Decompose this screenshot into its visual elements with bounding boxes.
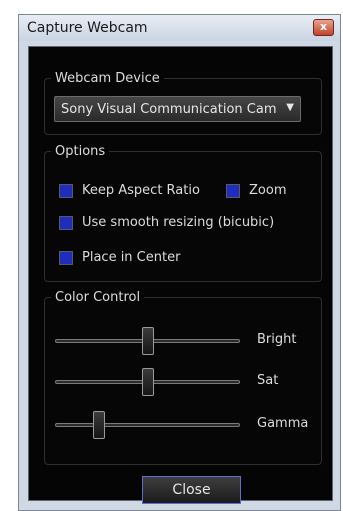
close-icon: x bbox=[319, 20, 328, 33]
keep-aspect-ratio-label: Keep Aspect Ratio bbox=[82, 183, 200, 198]
gamma-slider-row: Gamma bbox=[55, 410, 309, 440]
gamma-label: Gamma bbox=[257, 416, 309, 431]
gamma-slider-thumb[interactable] bbox=[93, 411, 105, 439]
smooth-resizing-label: Use smooth resizing (bicubic) bbox=[82, 215, 275, 230]
window-title: Capture Webcam bbox=[27, 20, 148, 36]
bright-slider-row: Bright bbox=[55, 326, 305, 356]
gamma-slider-track[interactable] bbox=[55, 423, 240, 427]
options-legend: Options bbox=[55, 144, 106, 159]
smooth-resizing-checkbox[interactable]: Use smooth resizing (bicubic) bbox=[59, 215, 299, 233]
keep-aspect-ratio-checkbox[interactable]: Keep Aspect Ratio bbox=[59, 183, 219, 201]
zoom-checkbox[interactable]: Zoom bbox=[226, 183, 306, 201]
bright-label: Bright bbox=[257, 332, 297, 347]
smooth-resizing-box[interactable] bbox=[59, 216, 73, 230]
sat-label: Sat bbox=[257, 373, 279, 388]
webcam-device-legend: Webcam Device bbox=[55, 71, 160, 86]
dialog-body: Webcam Device Sony Visual Communication … bbox=[28, 46, 333, 504]
webcam-device-value: Sony Visual Communication Cam bbox=[61, 102, 277, 117]
place-in-center-label: Place in Center bbox=[82, 250, 181, 265]
webcam-device-group: Webcam Device Sony Visual Communication … bbox=[44, 71, 322, 135]
sat-slider-thumb[interactable] bbox=[142, 368, 154, 396]
color-control-group: Color Control Bright Sat Gamma bbox=[44, 290, 322, 465]
zoom-label: Zoom bbox=[249, 183, 287, 198]
chevron-down-icon: ▼ bbox=[286, 102, 294, 113]
color-control-legend: Color Control bbox=[55, 290, 141, 305]
place-in-center-checkbox[interactable]: Place in Center bbox=[59, 250, 209, 268]
options-group: Options Keep Aspect Ratio Zoom Use smoot… bbox=[44, 144, 322, 282]
keep-aspect-ratio-box[interactable] bbox=[59, 184, 73, 198]
close-button[interactable]: Close bbox=[142, 476, 241, 504]
close-window-button[interactable]: x bbox=[313, 19, 334, 36]
webcam-device-dropdown[interactable]: Sony Visual Communication Cam ▼ bbox=[54, 96, 301, 122]
place-in-center-box[interactable] bbox=[59, 251, 73, 265]
capture-webcam-window: Capture Webcam x Webcam Device Sony Visu… bbox=[18, 14, 341, 511]
title-bar[interactable]: Capture Webcam x bbox=[19, 15, 340, 41]
sat-slider-row: Sat bbox=[55, 367, 305, 397]
zoom-box[interactable] bbox=[226, 184, 240, 198]
bright-slider-thumb[interactable] bbox=[142, 327, 154, 355]
